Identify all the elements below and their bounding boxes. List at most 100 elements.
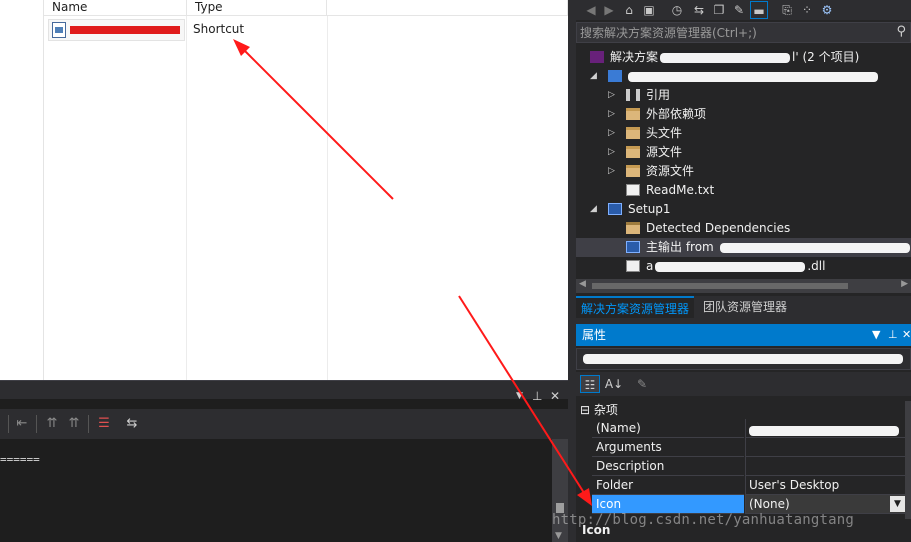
class-view-icon[interactable]: ⁘ [798,1,816,19]
properties-icon[interactable]: ⚙ [818,1,836,19]
scroll-right-icon[interactable]: ▶ [901,279,908,289]
chevron-down-icon[interactable]: ▼ [516,391,523,401]
tree-node-solution[interactable]: 解决方案 l' (2 个项目) [590,48,859,67]
search-input[interactable] [580,25,880,40]
wrench-icon[interactable]: ✎ [632,375,652,393]
property-value[interactable] [745,438,905,457]
expanded-arrow-icon[interactable]: ◢ [590,200,597,219]
collapse-icon[interactable]: ⊟ [580,403,594,417]
column-divider [186,16,187,380]
collapsed-arrow-icon[interactable]: ▷ [608,143,615,162]
redacted-text [749,425,899,436]
redacted-text [655,261,806,272]
project-icon [608,69,622,82]
sync-icon[interactable]: ⇆ [690,1,708,19]
file-type-cell: Shortcut [193,22,245,36]
scrollbar-thumb[interactable] [592,283,848,289]
collapsed-arrow-icon[interactable]: ▷ [608,162,615,181]
folder-icon [626,164,640,177]
scroll-left-icon[interactable]: ◀ [579,279,586,289]
property-category[interactable]: ⊟ 杂项 [580,401,618,419]
tree-label: l' (2 个项目) [792,50,860,64]
wrench-icon[interactable]: ✎ [730,1,748,19]
output-pane: ▼ ⊥ ✕ ⇤ ⇈ ⇈ ☰ ⇆ ====== ▼ [0,380,568,542]
expanded-arrow-icon[interactable]: ◢ [590,67,597,86]
properties-window: 属性 ▼ ⊥ ✕ ☷ A↓ ✎ ⊟ 杂项 (Name) Arguments De… [576,324,911,542]
properties-titlebar: 属性 ▼ ⊥ ✕ [576,324,911,346]
category-label: 杂项 [593,403,618,417]
property-row[interactable]: Folder User's Desktop [576,476,905,495]
solution-search-box[interactable]: ⚲ [576,22,911,43]
tree-label: Detected Dependencies [646,221,791,235]
property-value[interactable] [745,457,905,476]
pin-icon[interactable]: ⊥ [532,389,542,403]
alphabetical-icon[interactable]: A↓ [604,375,624,393]
search-icon[interactable]: ⚲ [896,24,906,39]
dropdown-arrow-icon[interactable]: ▼ [890,496,905,512]
tree-node-references[interactable]: ▷ 引用 [608,86,670,105]
file-list-item[interactable] [48,19,185,41]
tree-node-headers[interactable]: ▷ 头文件 [608,124,683,143]
file-icon [626,259,640,272]
horizontal-scrollbar[interactable]: ◀ ▶ [576,279,911,293]
tree-node-primary-output[interactable]: 主输出 from [626,238,910,257]
tree-label: Setup1 [628,202,671,216]
close-icon[interactable]: ✕ [550,389,560,403]
pending-changes-icon[interactable]: ◷ [668,1,686,19]
tree-node-setup[interactable]: ◢ Setup1 [590,200,671,219]
property-value[interactable]: User's Desktop [745,476,905,495]
collapse-all-icon[interactable]: ❐ [710,1,728,19]
tree-node-detected-deps[interactable]: Detected Dependencies [626,219,790,238]
collapsed-arrow-icon[interactable]: ▷ [608,86,615,105]
property-value-text: (None) [749,497,790,511]
tree-node-sources[interactable]: ▷ 源文件 [608,143,682,162]
categorized-icon[interactable]: ☷ [580,375,600,393]
vertical-scrollbar[interactable] [905,401,911,519]
property-name: Arguments [592,438,744,457]
chevron-down-icon[interactable]: ▼ [872,324,880,346]
clear-all-icon[interactable]: ☰ [96,416,112,432]
pin-icon[interactable]: ⊥ [888,324,898,346]
tree-label: 头文件 [646,126,683,140]
tree-node-project[interactable]: ◢ [590,67,878,86]
close-icon[interactable]: ✕ [902,324,911,346]
tab-solution-explorer[interactable]: 解决方案资源管理器 [576,296,695,318]
output-toolbar: ⇤ ⇈ ⇈ ☰ ⇆ [0,409,568,439]
output-text-area[interactable] [0,439,552,542]
redacted-text [719,242,910,253]
switch-views-icon[interactable]: ▣ [640,1,658,19]
show-all-files-icon[interactable]: ⎘ [778,1,796,19]
align-icon[interactable]: ⇈ [44,416,60,432]
collapsed-arrow-icon[interactable]: ▷ [608,124,615,143]
tree-node-external-deps[interactable]: ▷ 外部依赖项 [608,105,706,124]
output-line: ====== [0,453,40,466]
property-value[interactable] [745,419,905,438]
word-wrap-icon[interactable]: ⇆ [124,416,140,432]
tree-node-dll[interactable]: a .dll [626,257,825,276]
property-name: (Name) [592,419,744,438]
forward-icon[interactable]: ▶ [600,1,618,19]
tree-label: 主输出 from [646,240,714,254]
properties-toolbar: ☷ A↓ ✎ [576,372,911,396]
shortcut-file-icon [52,22,66,38]
property-row[interactable]: Description [576,457,905,476]
watermark-text: http://blog.csdn.net/yanhuatangtang [552,512,855,528]
collapsed-arrow-icon[interactable]: ▷ [608,105,615,124]
folder-icon [626,221,640,234]
scroll-down-icon[interactable]: ▼ [555,531,562,541]
solution-icon [590,50,604,63]
home-icon[interactable]: ⌂ [620,1,638,19]
tree-node-readme[interactable]: ReadMe.txt [626,181,714,200]
column-header-name[interactable]: Name [44,0,187,16]
property-row[interactable]: Arguments [576,438,905,457]
tree-node-resources[interactable]: ▷ 资源文件 [608,162,694,181]
object-selector[interactable] [576,348,911,370]
indent-icon[interactable]: ⇤ [14,416,30,432]
align-icon[interactable]: ⇈ [66,416,82,432]
column-header-type[interactable]: Type [187,0,327,16]
text-file-icon [626,183,640,196]
tab-team-explorer[interactable]: 团队资源管理器 [698,296,792,318]
property-row[interactable]: (Name) [576,419,905,438]
preview-icon[interactable]: ▬ [750,1,768,19]
back-icon[interactable]: ◀ [582,1,600,19]
